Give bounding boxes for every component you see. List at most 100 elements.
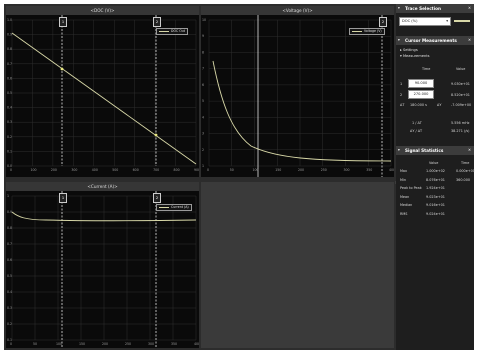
y-tick-label: 1 [202,164,204,168]
col-time-header: Time [422,67,431,71]
inv-delta-t-value: 5.556 mHz [451,121,470,125]
x-tick-label: 200 [298,168,304,172]
x-tick-label: 600 [133,168,139,172]
stat-time: 0.000e+00 [456,169,475,173]
x-tick-label: 0 [207,168,209,172]
x-tick-label: 150 [79,342,85,346]
current-plot[interactable]: <Current (A)> 1 0.9 0.8 0.7 0.6 0.5 0.4 0.3 0.2 0… [6,182,199,348]
legend-label: Current (A) [171,205,189,209]
collapse-icon[interactable]: ▾ [398,4,400,13]
x-tick-label: 700 [153,168,159,172]
stat-value: 1.924e+01 [426,186,445,190]
stat-label: Mean [400,194,410,199]
trace-color-swatch [454,20,470,22]
measurements-toggle[interactable]: ▾ Measurements [400,54,430,58]
legend-label: Voltage (V) [364,29,382,33]
y-tick-label: 6 [202,83,204,87]
trace-select[interactable]: DOC (%) ▾ [399,17,451,26]
measurements-label: Measurements [402,54,430,58]
stat-value: 9.023e+01 [426,194,445,199]
stat-label: Peak to Peak [400,186,422,190]
stat-value: 9.024e+01 [426,211,445,216]
legend-swatch [159,206,169,208]
x-tick-label: 0 [10,168,12,172]
splitter-handle[interactable]: ⋮ [394,180,397,196]
voltage-plot[interactable]: <Voltage (V)> 10 9 8 7 6 5 4 3 2 1 0 50 100 150 200 250… [201,6,394,177]
y-tick-label: 0.6 [7,258,12,262]
legend-swatch [159,30,169,32]
y-tick-label: 5 [202,99,204,103]
y-tick-label: 0.1 [7,149,12,153]
collapse-icon[interactable]: ▾ [398,146,400,155]
cursor-1-marker [60,67,64,71]
y-tick-label: 1.0 [7,18,12,22]
dy-dt-value: 38.271 (/s) [451,129,470,133]
side-panel: ▾ Trace Selection ✕ DOC (%) ▾ ▾ Cursor M… [396,4,475,350]
x-tick-label: 200 [102,342,108,346]
x-tick-label: 300 [148,342,154,346]
inv-delta-t-label: 1 / ΔT [412,121,422,125]
y-tick-label: 1 [7,194,9,198]
y-tick-label: 0.7 [7,62,12,66]
doc-plot[interactable]: <DOC (V)> 1.0 0.9 0.8 0.7 0.6 0.5 0.4 0.3 0.2 0.1… [6,6,199,177]
y-tick-label: 0.9 [7,33,12,37]
y-tick-label: 0.2 [7,322,12,326]
voltage-trace [212,60,392,162]
y-tick-label: 0.5 [7,91,12,95]
signal-statistics-header[interactable]: ▾ Signal Statistics ✕ [396,146,474,155]
delta-t-value: 180.000 s [410,103,427,107]
cursor-2-label[interactable]: 2 [379,17,387,27]
cursor-1-value: 9.030e+01 [451,82,470,86]
stat-value: 8.076e+01 [426,177,445,182]
cursor-2-value: 8.520e+01 [451,93,470,97]
y-tick-label: 4 [202,115,204,119]
y-tick-label: 0.6 [7,76,12,80]
y-tick-label: 0.8 [7,47,12,51]
x-tick-label: 0 [10,342,12,346]
x-tick-label: 250 [321,168,327,172]
y-tick-label: 0.2 [7,135,12,139]
x-tick-label: 50 [230,168,234,172]
y-tick-label: 0.7 [7,242,12,246]
x-tick-label: 400 [194,342,199,346]
x-tick-label: 800 [174,168,180,172]
y-tick-label: 2 [202,148,204,152]
trace-selection-header[interactable]: ▾ Trace Selection ✕ [396,4,474,13]
stat-value: 9.016e+01 [426,203,445,207]
delta-y-value: -7.009e+00 [451,103,472,107]
settings-label: Settings [402,48,418,52]
y-tick-label: 0.5 [7,274,12,278]
collapse-icon[interactable]: ▾ [398,36,400,45]
y-tick-label: 0.4 [7,106,12,110]
cursor-2-time-input[interactable]: 270.000 [408,90,434,99]
cursor-measurements-header[interactable]: ▾ Cursor Measurements ✕ [396,36,474,45]
x-tick-label: 100 [30,168,36,172]
cursor-1-label[interactable]: 1 [59,193,67,203]
stat-label: Max [400,169,408,173]
y-tick-label: 0.9 [7,210,12,214]
y-tick-label: 0.8 [7,226,12,230]
x-tick-label: 350 [171,342,177,346]
stat-time: 360.000 [456,177,471,182]
delta-t-label: ΔT [400,103,405,107]
pin-icon[interactable]: ✕ [468,146,471,155]
y-tick-label: 3 [202,132,204,136]
x-tick-label: 300 [344,168,350,172]
pin-icon[interactable]: ✕ [468,36,471,45]
settings-toggle[interactable]: ▸ Settings [400,48,418,52]
pin-icon[interactable]: ✕ [468,4,471,13]
cursor-2-label[interactable]: 2 [153,193,161,203]
cursor-1-time-input[interactable]: 90.000 [408,79,434,88]
x-tick-label: 200 [51,168,57,172]
cursor-1-row-label: 1 [400,82,403,86]
cursor-2-label[interactable]: 2 [153,17,161,27]
cursor-1-label[interactable]: 1 [59,17,67,27]
doc-legend: DOC Out [156,28,188,35]
doc-trace [11,32,197,165]
x-tick-label: 400 [389,168,394,172]
stat-label: Median [400,203,413,207]
x-tick-label: 250 [125,342,131,346]
cursor-2-marker [154,133,158,137]
y-tick-label: 7 [202,67,204,71]
empty-plot-area[interactable] [201,182,394,348]
